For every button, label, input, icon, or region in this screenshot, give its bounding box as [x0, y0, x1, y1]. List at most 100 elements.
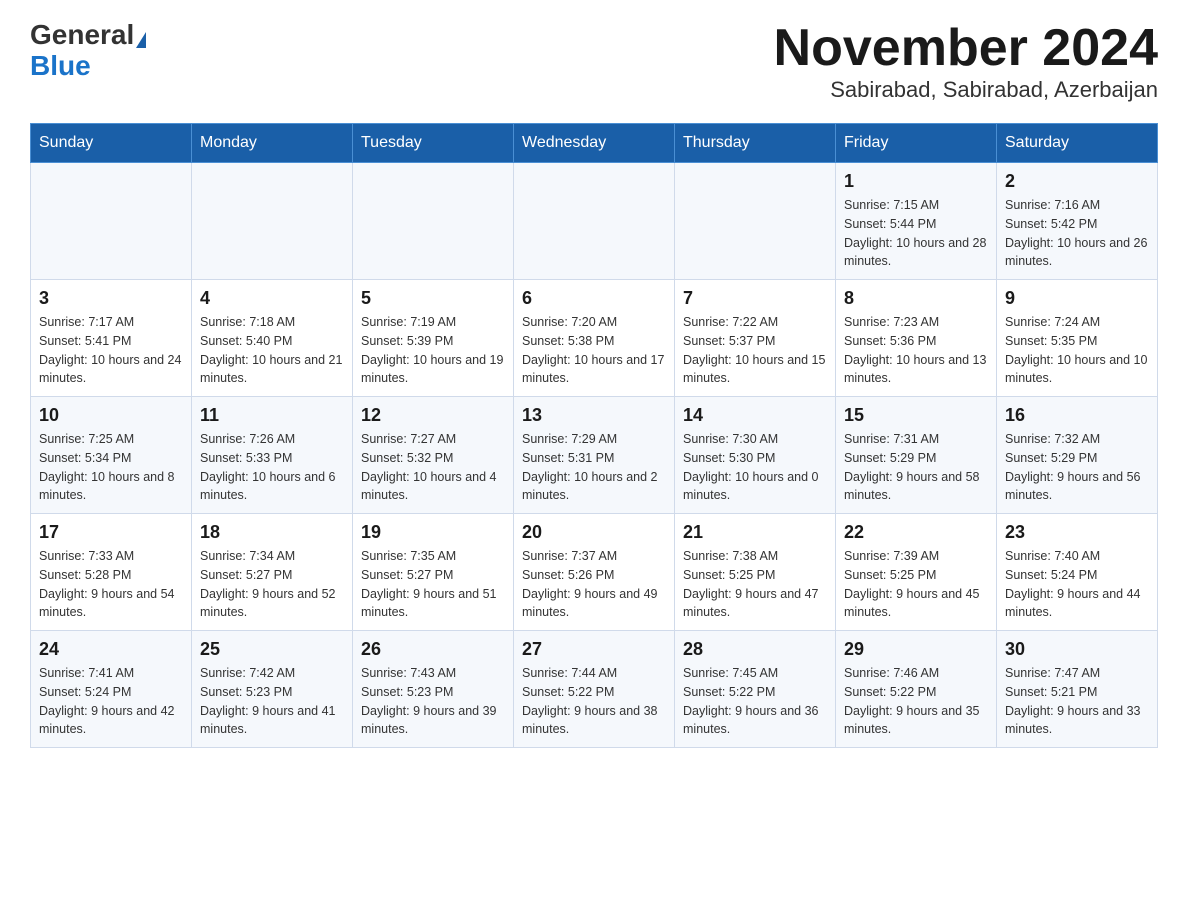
day-detail: Sunrise: 7:30 AMSunset: 5:30 PMDaylight:…	[683, 430, 827, 505]
day-detail: Sunrise: 7:23 AMSunset: 5:36 PMDaylight:…	[844, 313, 988, 388]
calendar-cell	[514, 163, 675, 280]
calendar-week-row: 24 Sunrise: 7:41 AMSunset: 5:24 PMDayligh…	[31, 631, 1158, 748]
day-number: 8	[844, 288, 988, 309]
day-detail: Sunrise: 7:26 AMSunset: 5:33 PMDaylight:…	[200, 430, 344, 505]
weekday-header-friday: Friday	[836, 124, 997, 163]
day-detail: Sunrise: 7:41 AMSunset: 5:24 PMDaylight:…	[39, 664, 183, 739]
day-number: 1	[844, 171, 988, 192]
calendar-cell: 5 Sunrise: 7:19 AMSunset: 5:39 PMDaylight…	[353, 280, 514, 397]
calendar-cell: 7Sunrise: 7:22 AMSunset: 5:37 PMDaylight…	[675, 280, 836, 397]
day-number: 4	[200, 288, 344, 309]
calendar-week-row: 3 Sunrise: 7:17 AMSunset: 5:41 PMDaylight…	[31, 280, 1158, 397]
day-number: 6	[522, 288, 666, 309]
day-number: 10	[39, 405, 183, 426]
day-number: 16	[1005, 405, 1149, 426]
calendar-cell: 22 Sunrise: 7:39 AMSunset: 5:25 PMDayligh…	[836, 514, 997, 631]
calendar-cell: 15 Sunrise: 7:31 AMSunset: 5:29 PMDayligh…	[836, 397, 997, 514]
day-number: 5	[361, 288, 505, 309]
calendar-cell: 4Sunrise: 7:18 AMSunset: 5:40 PMDaylight…	[192, 280, 353, 397]
day-detail: Sunrise: 7:15 AMSunset: 5:44 PMDaylight:…	[844, 196, 988, 271]
calendar-cell	[31, 163, 192, 280]
calendar-cell: 1 Sunrise: 7:15 AMSunset: 5:44 PMDaylight…	[836, 163, 997, 280]
day-number: 29	[844, 639, 988, 660]
day-number: 9	[1005, 288, 1149, 309]
day-detail: Sunrise: 7:17 AMSunset: 5:41 PMDaylight:…	[39, 313, 183, 388]
day-number: 12	[361, 405, 505, 426]
day-detail: Sunrise: 7:34 AMSunset: 5:27 PMDaylight:…	[200, 547, 344, 622]
weekday-header-tuesday: Tuesday	[353, 124, 514, 163]
day-detail: Sunrise: 7:32 AMSunset: 5:29 PMDaylight:…	[1005, 430, 1149, 505]
calendar-cell	[192, 163, 353, 280]
calendar-week-row: 17 Sunrise: 7:33 AMSunset: 5:28 PMDayligh…	[31, 514, 1158, 631]
day-detail: Sunrise: 7:37 AMSunset: 5:26 PMDaylight:…	[522, 547, 666, 622]
day-number: 11	[200, 405, 344, 426]
day-detail: Sunrise: 7:46 AMSunset: 5:22 PMDaylight:…	[844, 664, 988, 739]
calendar-cell: 12 Sunrise: 7:27 AMSunset: 5:32 PMDayligh…	[353, 397, 514, 514]
day-number: 23	[1005, 522, 1149, 543]
day-number: 26	[361, 639, 505, 660]
day-detail: Sunrise: 7:24 AMSunset: 5:35 PMDaylight:…	[1005, 313, 1149, 388]
day-number: 25	[200, 639, 344, 660]
day-detail: Sunrise: 7:31 AMSunset: 5:29 PMDaylight:…	[844, 430, 988, 505]
calendar-title: November 2024	[774, 20, 1158, 77]
weekday-header-row: SundayMondayTuesdayWednesdayThursdayFrid…	[31, 124, 1158, 163]
day-number: 14	[683, 405, 827, 426]
calendar-cell: 29 Sunrise: 7:46 AMSunset: 5:22 PMDayligh…	[836, 631, 997, 748]
day-detail: Sunrise: 7:29 AMSunset: 5:31 PMDaylight:…	[522, 430, 666, 505]
calendar-cell: 21Sunrise: 7:38 AMSunset: 5:25 PMDayligh…	[675, 514, 836, 631]
calendar-week-row: 10Sunrise: 7:25 AMSunset: 5:34 PMDayligh…	[31, 397, 1158, 514]
calendar-cell: 2 Sunrise: 7:16 AMSunset: 5:42 PMDaylight…	[997, 163, 1158, 280]
day-detail: Sunrise: 7:39 AMSunset: 5:25 PMDaylight:…	[844, 547, 988, 622]
day-number: 27	[522, 639, 666, 660]
calendar-cell: 8 Sunrise: 7:23 AMSunset: 5:36 PMDaylight…	[836, 280, 997, 397]
day-detail: Sunrise: 7:33 AMSunset: 5:28 PMDaylight:…	[39, 547, 183, 622]
calendar-week-row: 1 Sunrise: 7:15 AMSunset: 5:44 PMDaylight…	[31, 163, 1158, 280]
day-number: 22	[844, 522, 988, 543]
day-detail: Sunrise: 7:20 AMSunset: 5:38 PMDaylight:…	[522, 313, 666, 388]
day-number: 15	[844, 405, 988, 426]
day-detail: Sunrise: 7:35 AMSunset: 5:27 PMDaylight:…	[361, 547, 505, 622]
day-number: 28	[683, 639, 827, 660]
day-number: 24	[39, 639, 183, 660]
day-number: 18	[200, 522, 344, 543]
day-detail: Sunrise: 7:16 AMSunset: 5:42 PMDaylight:…	[1005, 196, 1149, 271]
logo-blue-text: Blue	[30, 50, 91, 81]
calendar-cell: 14 Sunrise: 7:30 AMSunset: 5:30 PMDayligh…	[675, 397, 836, 514]
weekday-header-saturday: Saturday	[997, 124, 1158, 163]
day-number: 17	[39, 522, 183, 543]
calendar-cell: 10Sunrise: 7:25 AMSunset: 5:34 PMDayligh…	[31, 397, 192, 514]
day-detail: Sunrise: 7:40 AMSunset: 5:24 PMDaylight:…	[1005, 547, 1149, 622]
weekday-header-monday: Monday	[192, 124, 353, 163]
day-number: 19	[361, 522, 505, 543]
day-number: 3	[39, 288, 183, 309]
calendar-cell: 9 Sunrise: 7:24 AMSunset: 5:35 PMDaylight…	[997, 280, 1158, 397]
calendar-cell	[675, 163, 836, 280]
calendar-cell: 19 Sunrise: 7:35 AMSunset: 5:27 PMDayligh…	[353, 514, 514, 631]
calendar-cell: 18 Sunrise: 7:34 AMSunset: 5:27 PMDayligh…	[192, 514, 353, 631]
calendar-cell: 26Sunrise: 7:43 AMSunset: 5:23 PMDayligh…	[353, 631, 514, 748]
calendar-cell: 23 Sunrise: 7:40 AMSunset: 5:24 PMDayligh…	[997, 514, 1158, 631]
page-header: General Blue November 2024 Sabirabad, Sa…	[30, 20, 1158, 103]
calendar-cell: 3 Sunrise: 7:17 AMSunset: 5:41 PMDaylight…	[31, 280, 192, 397]
logo-general-text: General	[30, 19, 134, 50]
calendar-cell: 11 Sunrise: 7:26 AMSunset: 5:33 PMDayligh…	[192, 397, 353, 514]
day-number: 7	[683, 288, 827, 309]
calendar-cell: 27 Sunrise: 7:44 AMSunset: 5:22 PMDayligh…	[514, 631, 675, 748]
calendar-cell: 20 Sunrise: 7:37 AMSunset: 5:26 PMDayligh…	[514, 514, 675, 631]
logo-triangle-icon	[136, 32, 146, 48]
day-number: 30	[1005, 639, 1149, 660]
day-detail: Sunrise: 7:38 AMSunset: 5:25 PMDaylight:…	[683, 547, 827, 622]
logo-blue-line: Blue	[30, 51, 91, 82]
weekday-header-wednesday: Wednesday	[514, 124, 675, 163]
day-detail: Sunrise: 7:42 AMSunset: 5:23 PMDaylight:…	[200, 664, 344, 739]
calendar-table: SundayMondayTuesdayWednesdayThursdayFrid…	[30, 123, 1158, 748]
day-detail: Sunrise: 7:27 AMSunset: 5:32 PMDaylight:…	[361, 430, 505, 505]
day-detail: Sunrise: 7:19 AMSunset: 5:39 PMDaylight:…	[361, 313, 505, 388]
calendar-cell: 25 Sunrise: 7:42 AMSunset: 5:23 PMDayligh…	[192, 631, 353, 748]
day-number: 2	[1005, 171, 1149, 192]
day-detail: Sunrise: 7:44 AMSunset: 5:22 PMDaylight:…	[522, 664, 666, 739]
day-number: 13	[522, 405, 666, 426]
day-number: 20	[522, 522, 666, 543]
calendar-cell	[353, 163, 514, 280]
calendar-subtitle: Sabirabad, Sabirabad, Azerbaijan	[774, 77, 1158, 103]
